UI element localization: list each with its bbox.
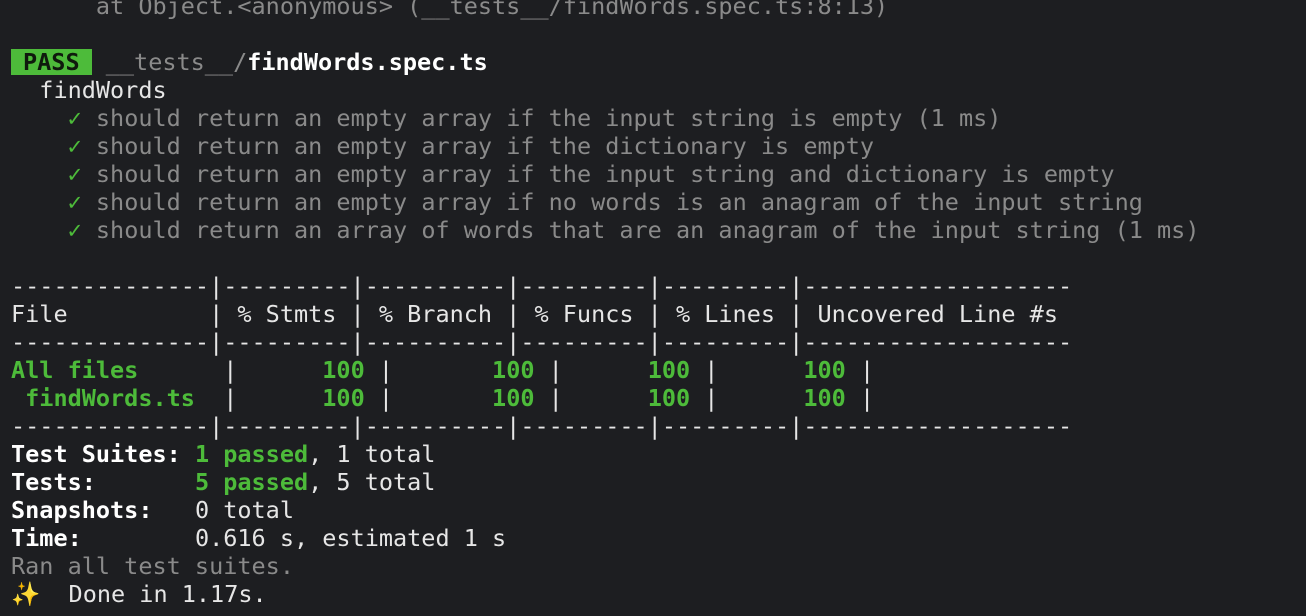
test-case-text: should return an array of words that are… (95, 216, 1101, 244)
coverage-pipe: | (845, 356, 889, 384)
coverage-pipe: | (209, 356, 252, 384)
summary-suites-label: Test Suites: (11, 440, 181, 468)
done-line: ✨ Done in 1.17s. (11, 580, 1306, 608)
check-icon: ✓ (67, 132, 82, 160)
coverage-branch: 100 (407, 356, 535, 384)
test-case: ✓ should return an empty array if the in… (11, 160, 1306, 188)
test-file-name: findWords.spec.ts (247, 48, 488, 76)
coverage-pipe: | (534, 384, 577, 412)
summary-snapshots: Snapshots: 0 total (11, 496, 1306, 524)
summary-suites-passed: 1 passed (194, 440, 309, 468)
check-icon: ✓ (67, 216, 82, 244)
done-text: Done in 1.17s. (40, 580, 267, 608)
coverage-separator: --------------|---------|----------|----… (11, 412, 1073, 440)
coverage-pipe: | (209, 384, 252, 412)
test-case: ✓ should return an array of words that a… (11, 216, 1306, 244)
check-icon: ✓ (67, 160, 82, 188)
coverage-row: findWords.ts | 100 | 100 | 100 | 100 | (11, 384, 1306, 412)
test-case: ✓ should return an empty array if the in… (11, 104, 1306, 132)
summary-tests-label: Tests: (11, 468, 96, 496)
coverage-stmts: 100 (251, 356, 365, 384)
coverage-pipe: | (364, 384, 408, 412)
summary-snapshots-label: Snapshots: (11, 496, 153, 524)
pass-badge: PASS (11, 49, 92, 75)
summary-suites-total: , 1 total (308, 440, 436, 468)
summary-tests-passed: 5 passed (194, 468, 309, 496)
summary-tests-total: , 5 total (308, 468, 436, 496)
coverage-pipe: | (364, 356, 408, 384)
summary-time-value: 0.616 s, estimated 1 s (194, 524, 507, 552)
terminal-output[interactable]: at Object.<anonymous> (__tests__/findWor… (11, 0, 1306, 608)
coverage-pipe: | (690, 384, 733, 412)
test-case: ✓ should return an empty array if no wor… (11, 188, 1306, 216)
coverage-lines: 100 (732, 356, 846, 384)
coverage-separator: --------------|---------|----------|----… (11, 328, 1073, 356)
coverage-pipe: | (845, 384, 889, 412)
ran-all-message: Ran all test suites. (11, 552, 294, 580)
coverage-branch: 100 (407, 384, 535, 412)
stack-trace-line: at Object.<anonymous> (__tests__/findWor… (11, 0, 889, 20)
coverage-row: All files | 100 | 100 | 100 | 100 | (11, 356, 1306, 384)
test-case-text: should return an empty array if the inpu… (95, 160, 1115, 188)
coverage-header: File | % Stmts | % Branch | % Funcs | % … (11, 300, 1073, 328)
check-icon: ✓ (67, 188, 82, 216)
test-file-dir: __tests__/ (105, 48, 248, 76)
sparkles-icon: ✨ (11, 580, 41, 608)
test-case-text: should return an empty array if the inpu… (95, 104, 903, 132)
coverage-pipe: | (690, 356, 733, 384)
coverage-funcs: 100 (576, 356, 691, 384)
summary-snapshots-value: 0 total (194, 496, 294, 524)
coverage-file: findWords.ts (11, 384, 210, 412)
test-case-time: (1 ms) (1100, 216, 1200, 244)
coverage-separator: --------------|---------|----------|----… (11, 272, 1073, 300)
test-case-time: (1 ms) (902, 104, 1002, 132)
summary-suites: Test Suites: 1 passed, 1 total (11, 440, 1306, 468)
coverage-lines: 100 (732, 384, 846, 412)
summary-time-label: Time: (11, 524, 82, 552)
test-case-text: should return an empty array if the dict… (95, 132, 875, 160)
test-case-text: should return an empty array if no words… (95, 188, 1143, 216)
check-icon: ✓ (67, 104, 82, 132)
summary-tests: Tests: 5 passed, 5 total (11, 468, 1306, 496)
summary-time: Time: 0.616 s, estimated 1 s (11, 524, 1306, 552)
coverage-funcs: 100 (576, 384, 691, 412)
coverage-pipe: | (534, 356, 577, 384)
test-result-line: PASS __tests__/findWords.spec.ts (11, 48, 1306, 76)
describe-name: findWords (39, 76, 167, 104)
describe-block: findWords (11, 76, 1306, 104)
test-case: ✓ should return an empty array if the di… (11, 132, 1306, 160)
coverage-stmts: 100 (251, 384, 365, 412)
coverage-file: All files (11, 356, 210, 384)
